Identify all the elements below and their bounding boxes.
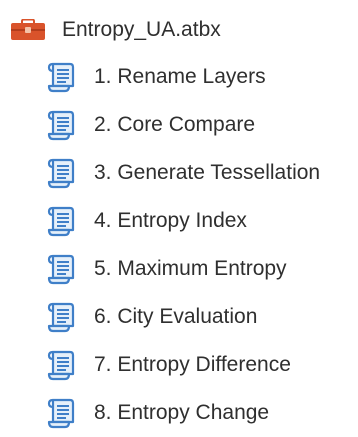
script-tool-icon (44, 156, 78, 190)
tool-label: 4. Entropy Index (94, 209, 247, 232)
tool-item-generate-tessellation[interactable]: 3. Generate Tessellation (0, 149, 358, 197)
tool-label: 3. Generate Tessellation (94, 161, 321, 184)
script-tool-icon (44, 300, 78, 334)
tool-label: 8. Entropy Change (94, 401, 270, 424)
script-tool-icon (44, 252, 78, 286)
script-tool-icon (44, 108, 78, 142)
script-tool-icon (44, 348, 78, 382)
tool-item-maximum-entropy[interactable]: 5. Maximum Entropy (0, 245, 358, 293)
toolbox-icon (10, 19, 46, 41)
tool-item-rename-layers[interactable]: 1. Rename Layers (0, 53, 358, 101)
tool-item-core-compare[interactable]: 2. Core Compare (0, 101, 358, 149)
tool-label: 2. Core Compare (94, 113, 256, 136)
script-tool-icon (44, 396, 78, 430)
script-tool-icon (44, 204, 78, 238)
tool-label: 5. Maximum Entropy (94, 257, 287, 280)
catalog-tree: Entropy_UA.atbx 1. Rename Layers 2. Core… (0, 0, 358, 434)
tool-item-city-evaluation[interactable]: 6. City Evaluation (0, 293, 358, 341)
toolbox-name: Entropy_UA.atbx (62, 18, 221, 41)
toolbox-node[interactable]: Entropy_UA.atbx (0, 7, 358, 53)
tool-item-entropy-change[interactable]: 8. Entropy Change (0, 389, 358, 437)
tool-label: 1. Rename Layers (94, 65, 266, 88)
tool-label: 7. Entropy Difference (94, 353, 291, 376)
script-tool-icon (44, 60, 78, 94)
tool-label: 6. City Evaluation (94, 305, 258, 328)
tool-item-entropy-difference[interactable]: 7. Entropy Difference (0, 341, 358, 389)
tool-item-entropy-index[interactable]: 4. Entropy Index (0, 197, 358, 245)
